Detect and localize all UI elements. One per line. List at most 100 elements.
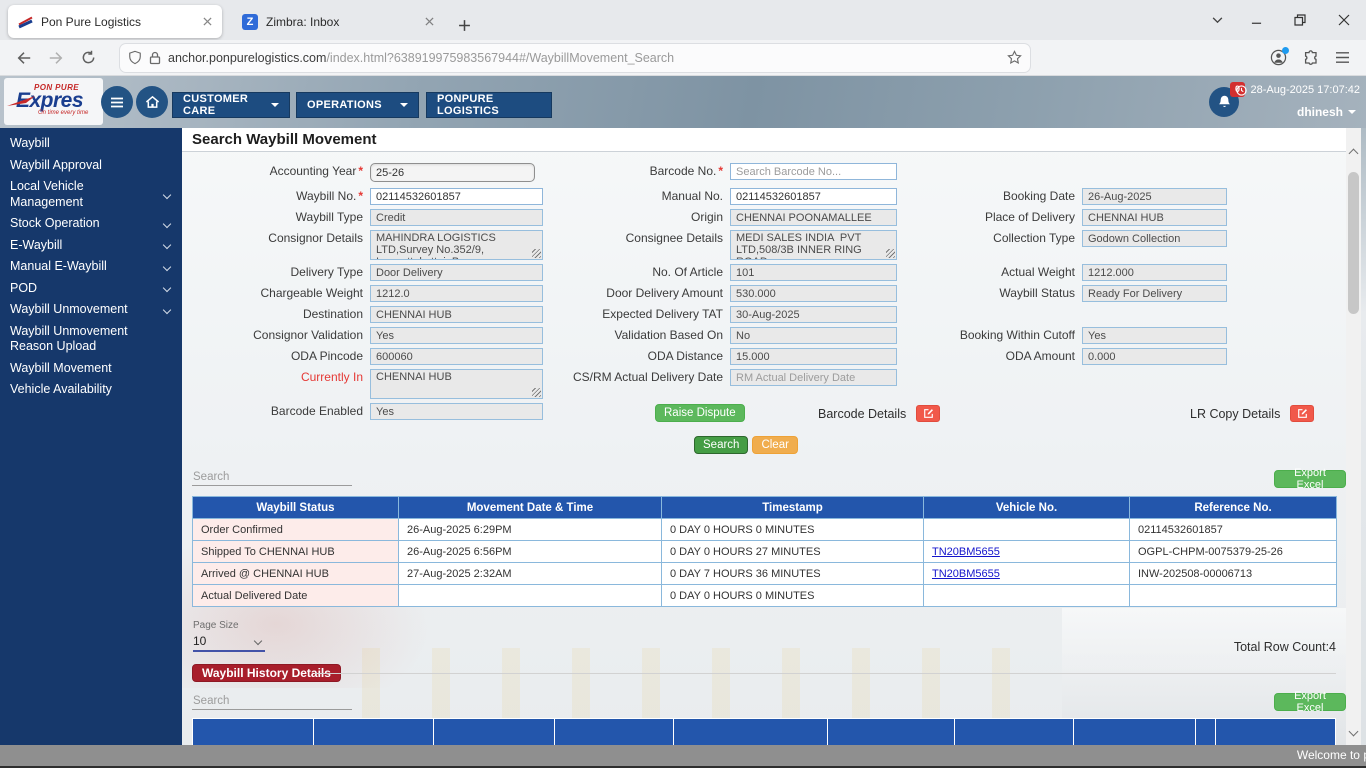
column-header[interactable] (433, 718, 555, 745)
sidebar-item[interactable]: Manual E-Waybill (0, 256, 182, 278)
browser-tab-zimbra[interactable]: Z Zimbra: Inbox (232, 5, 444, 38)
cs-rm-actual-delivery-date-field[interactable] (730, 369, 897, 386)
movement-table-filter-input[interactable] (192, 469, 352, 486)
lr-copy-details-label: LR Copy Details (1190, 406, 1281, 421)
barcode-details-edit-button[interactable] (916, 405, 941, 422)
column-header[interactable] (313, 718, 434, 745)
user-menu[interactable]: dhinesh (1297, 105, 1356, 119)
barcode-no-input[interactable] (730, 163, 897, 180)
column-header[interactable] (827, 718, 955, 745)
account-icon[interactable] (1270, 47, 1289, 66)
no-of-article-field[interactable] (730, 264, 897, 281)
destination-field[interactable] (370, 306, 543, 323)
delivery-type-field[interactable] (370, 264, 543, 281)
menu-hamburger-icon[interactable] (1335, 51, 1350, 64)
sidebar-item[interactable]: Waybill (0, 133, 182, 155)
oda-amount-field[interactable] (1082, 348, 1227, 365)
scroll-up-icon[interactable] (1348, 148, 1359, 159)
sidebar-item[interactable]: Waybill Unmovement (0, 299, 182, 321)
waybill-type-field[interactable] (370, 209, 543, 226)
window-close-button[interactable] (1322, 0, 1366, 40)
list-all-tabs-icon[interactable] (1200, 0, 1234, 40)
column-header[interactable]: Reference No. (1129, 496, 1337, 519)
vertical-scrollbar[interactable] (1346, 128, 1361, 745)
url-bar[interactable]: anchor.ponpurelogistics.com/index.html?6… (120, 43, 1030, 72)
lr-copy-details-edit-button[interactable] (1290, 405, 1315, 422)
booking-date-field[interactable] (1082, 188, 1227, 205)
consignee-details-textarea[interactable] (730, 230, 897, 260)
accounting-year-select[interactable] (370, 163, 535, 182)
sidebar-item[interactable]: Waybill Unmovement Reason Upload (0, 321, 182, 358)
sidebar-item[interactable]: E-Waybill (0, 235, 182, 257)
extensions-puzzle-icon[interactable] (1303, 49, 1319, 66)
sidebar-item[interactable]: Local Vehicle Management (0, 176, 182, 213)
export-excel-button[interactable]: Export Excel (1274, 467, 1346, 491)
tab-close-icon[interactable] (203, 17, 212, 26)
column-header[interactable] (192, 718, 314, 745)
window-minimize-button[interactable] (1234, 0, 1278, 40)
actual-weight-field[interactable] (1082, 264, 1227, 281)
back-icon[interactable] (8, 44, 40, 72)
consignor-details-textarea[interactable] (370, 230, 543, 260)
ponpure-express-logo[interactable]: PON PURE Expres On time every time (4, 78, 103, 125)
sidebar-item[interactable]: POD (0, 278, 182, 300)
column-header[interactable] (1195, 718, 1216, 745)
scroll-down-icon[interactable] (1348, 726, 1359, 737)
column-header[interactable]: Waybill Status (192, 496, 399, 519)
vehicle-link[interactable]: TN20BM5655 (932, 568, 1000, 580)
place-of-delivery-field[interactable] (1082, 209, 1227, 226)
window-restore-button[interactable] (1278, 0, 1322, 40)
waybill-status-field[interactable] (1082, 285, 1227, 302)
manual-no-input[interactable] (730, 188, 897, 205)
new-tab-button[interactable] (458, 19, 471, 32)
waybill-no-input[interactable] (370, 188, 543, 205)
forward-icon[interactable] (40, 44, 72, 72)
history-table-filter-input[interactable] (192, 693, 352, 710)
column-header[interactable]: Vehicle No. (923, 496, 1130, 519)
bookmark-star-icon[interactable] (1007, 50, 1022, 65)
currently-in-textarea[interactable] (370, 369, 543, 399)
nav-customer-care[interactable]: CUSTOMER CARE (172, 92, 290, 118)
resize-handle-icon[interactable] (886, 249, 895, 258)
scrollbar-thumb[interactable] (1348, 172, 1359, 314)
column-header[interactable] (1215, 718, 1336, 745)
home-button[interactable] (136, 86, 168, 118)
raise-dispute-button[interactable]: Raise Dispute (655, 404, 745, 422)
export-excel-button[interactable]: Export Excel (1274, 690, 1346, 714)
booking-within-cutoff-field[interactable] (1082, 327, 1227, 344)
barcode-enabled-field[interactable] (370, 403, 543, 420)
expected-delivery-tat-field[interactable] (730, 306, 897, 323)
column-header[interactable]: Timestamp (661, 496, 924, 519)
sidebar-item[interactable]: Waybill Movement (0, 358, 182, 380)
origin-field[interactable] (730, 209, 897, 226)
column-header[interactable] (954, 718, 1074, 745)
search-button[interactable]: Search (694, 436, 749, 454)
collection-type-field[interactable] (1082, 230, 1227, 247)
clear-button[interactable]: Clear (752, 436, 798, 454)
nav-ponpure-logistics[interactable]: PONPURE LOGISTICS (426, 92, 552, 118)
app-menu-toggle-button[interactable] (101, 86, 133, 118)
shield-icon[interactable] (128, 50, 142, 65)
consignor-validation-field[interactable] (370, 327, 543, 344)
column-header[interactable]: Movement Date & Time (398, 496, 662, 519)
nav-operations[interactable]: OPERATIONS (296, 92, 419, 118)
oda-pincode-field[interactable] (370, 348, 543, 365)
door-delivery-amount-field[interactable] (730, 285, 897, 302)
column-header[interactable] (554, 718, 674, 745)
sidebar-item[interactable]: Stock Operation (0, 213, 182, 235)
column-header[interactable] (1073, 718, 1196, 745)
page-size-select[interactable]: 10 (193, 634, 265, 652)
sidebar-item[interactable]: Vehicle Availability (0, 379, 182, 401)
reload-icon[interactable] (72, 44, 104, 72)
sidebar-item[interactable]: Waybill Approval (0, 155, 182, 177)
resize-handle-icon[interactable] (532, 388, 541, 397)
validation-based-on-field[interactable] (730, 327, 897, 344)
oda-distance-field[interactable] (730, 348, 897, 365)
lock-icon[interactable] (149, 51, 161, 65)
chargeable-weight-field[interactable] (370, 285, 543, 302)
tab-close-icon[interactable] (425, 17, 434, 26)
resize-handle-icon[interactable] (532, 249, 541, 258)
column-header[interactable] (673, 718, 828, 745)
vehicle-link[interactable]: TN20BM5655 (932, 546, 1000, 558)
browser-tab-active[interactable]: Pon Pure Logistics (8, 5, 222, 38)
